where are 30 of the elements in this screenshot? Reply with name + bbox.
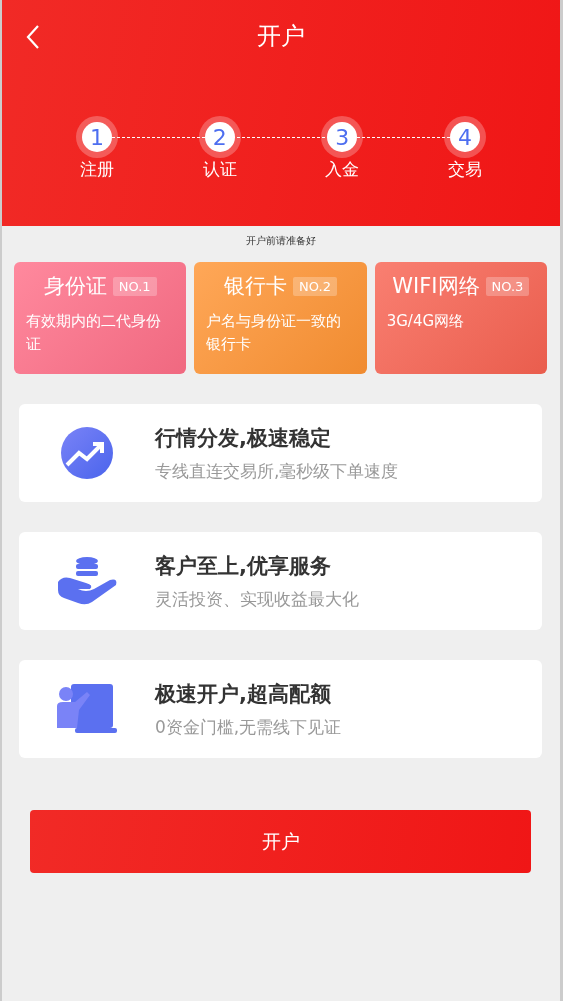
requirement-title: WIFI网络 xyxy=(392,273,480,300)
requirement-title: 身份证 xyxy=(43,273,107,300)
teacher-board-icon xyxy=(57,684,117,734)
requirement-title: 银行卡 xyxy=(224,273,288,300)
step-label: 入金 xyxy=(325,158,360,181)
trend-chart-icon xyxy=(61,427,113,479)
step-number: 1 xyxy=(82,122,112,152)
back-icon[interactable] xyxy=(26,24,40,50)
requirement-text: 户名与身份证一致的银行卡 xyxy=(206,311,343,355)
requirement-badge: NO.1 xyxy=(112,276,157,296)
step-number: 2 xyxy=(204,122,235,152)
feature-title: 客户至上,优享服务 xyxy=(155,552,332,580)
open-account-button[interactable]: 开户 xyxy=(30,810,531,873)
requirement-badge: NO.3 xyxy=(485,276,530,296)
feature-description: 灵活投资、实现收益最大化 xyxy=(155,587,359,611)
step-label: 交易 xyxy=(447,158,482,181)
coins-hand-icon xyxy=(56,556,118,606)
step-number: 4 xyxy=(449,122,480,152)
feature-title: 行情分发,极速稳定 xyxy=(155,424,332,452)
step-label: 认证 xyxy=(202,158,237,181)
requirement-text: 有效期内的二代身份证 xyxy=(26,311,162,355)
step-number: 3 xyxy=(327,122,358,152)
feature-title: 极速开户,超高配额 xyxy=(155,680,332,708)
requirement-text: 3G/4G网络 xyxy=(386,311,466,332)
step-label: 注册 xyxy=(80,158,114,181)
requirement-badge: NO.2 xyxy=(293,276,337,296)
feature-description: 0资金门槛,无需线下见证 xyxy=(155,715,342,739)
notice-text: 开户前请准备好 xyxy=(245,234,317,248)
page-title: 开户 xyxy=(257,21,305,52)
feature-description: 专线直连交易所,毫秒级下单速度 xyxy=(155,459,399,483)
